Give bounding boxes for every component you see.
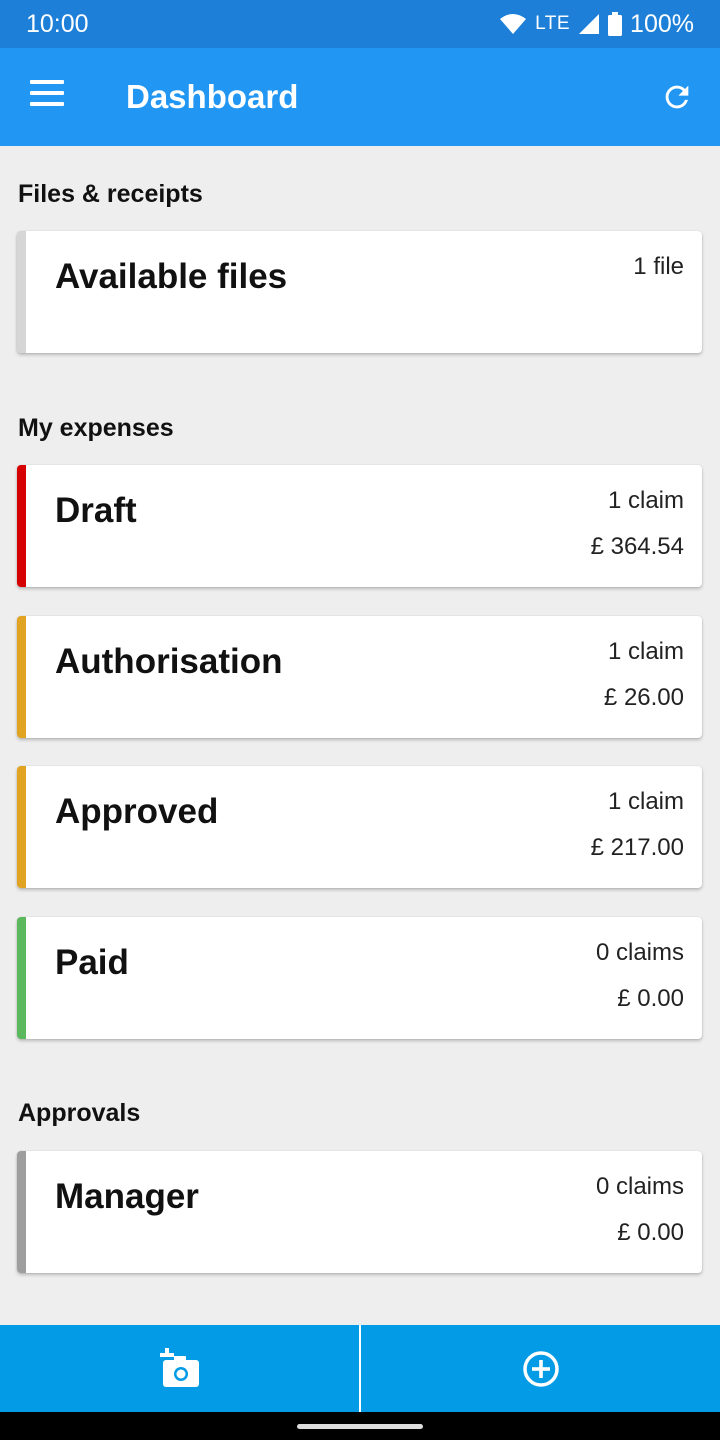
card-amount: £ 217.00 — [590, 834, 684, 861]
status-indicators: LTE 100% — [499, 10, 694, 39]
add-photo-icon — [159, 1347, 199, 1387]
network-label: LTE — [535, 13, 571, 34]
card-title: Draft — [55, 491, 137, 530]
card-amount: £ 26.00 — [603, 684, 684, 711]
section-title-approvals: Approvals — [18, 1099, 141, 1127]
card-count: 0 claims — [595, 939, 684, 966]
refresh-icon[interactable] — [660, 80, 694, 114]
status-color-bar — [17, 1151, 26, 1273]
card-title: Authorisation — [55, 642, 283, 681]
card-manager[interactable]: Manager 0 claims £ 0.00 — [17, 1151, 702, 1273]
system-nav-bar — [0, 1412, 720, 1440]
status-color-bar — [17, 231, 26, 353]
status-time: 10:00 — [26, 9, 89, 38]
status-color-bar — [17, 917, 26, 1039]
card-amount: £ 0.00 — [617, 1219, 684, 1246]
card-title: Paid — [55, 943, 129, 982]
card-title: Manager — [55, 1177, 199, 1216]
page-title: Dashboard — [126, 78, 299, 115]
section-title-files: Files & receipts — [18, 180, 203, 208]
card-approved[interactable]: Approved 1 claim £ 217.00 — [17, 766, 702, 888]
card-count: 1 file — [633, 253, 684, 280]
bottom-action-bar — [0, 1325, 720, 1412]
menu-icon[interactable] — [30, 80, 70, 116]
app-bar: Dashboard — [0, 48, 720, 146]
wifi-icon — [500, 14, 527, 34]
card-paid[interactable]: Paid 0 claims £ 0.00 — [17, 917, 702, 1039]
card-draft[interactable]: Draft 1 claim £ 364.54 — [17, 465, 702, 587]
card-count: 1 claim — [607, 788, 684, 815]
card-title: Available files — [55, 257, 288, 296]
card-count: 1 claim — [607, 487, 684, 514]
status-color-bar — [17, 616, 26, 738]
section-title-expenses: My expenses — [18, 414, 174, 442]
status-bar: 10:00 LTE 100% — [0, 0, 720, 48]
signal-icon — [579, 14, 600, 34]
card-count: 1 claim — [607, 638, 684, 665]
status-color-bar — [17, 465, 26, 587]
card-amount: £ 364.54 — [590, 533, 684, 560]
home-gesture-handle[interactable] — [297, 1424, 423, 1429]
status-color-bar — [17, 766, 26, 888]
card-amount: £ 0.00 — [617, 985, 684, 1012]
card-available-files[interactable]: Available files 1 file — [17, 231, 702, 353]
card-authorisation[interactable]: Authorisation 1 claim £ 26.00 — [17, 616, 702, 738]
add-expense-button[interactable] — [361, 1325, 720, 1412]
add-circle-icon — [522, 1350, 559, 1387]
battery-icon — [608, 12, 623, 36]
card-count: 0 claims — [595, 1173, 684, 1200]
battery-percent: 100% — [630, 9, 694, 38]
card-title: Approved — [55, 792, 219, 831]
add-receipt-photo-button[interactable] — [0, 1325, 359, 1412]
